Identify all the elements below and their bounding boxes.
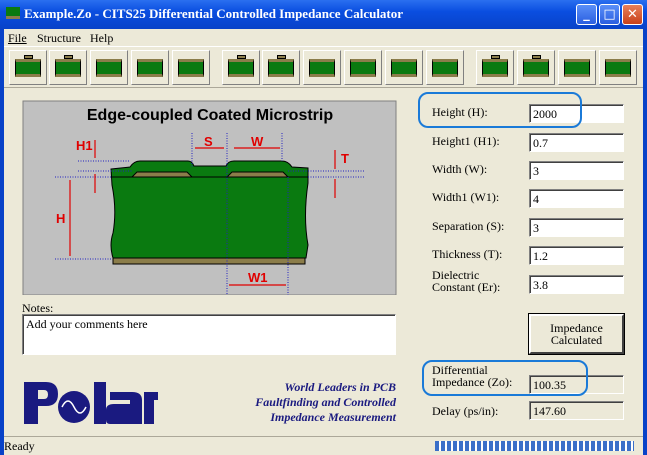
maximize-button[interactable]: □ [599, 4, 620, 25]
pcb-structure-icon [309, 59, 335, 77]
field-label: Width (W): [432, 163, 487, 175]
progress-bar [435, 441, 634, 451]
menu-structure[interactable]: Structure [37, 31, 81, 46]
field-input[interactable]: 1.2 [529, 246, 624, 265]
structure-button-7[interactable] [262, 50, 300, 85]
structure-button-5[interactable] [172, 50, 210, 85]
structure-button-6[interactable] [222, 50, 260, 85]
slogan-line3: Impedance Measurement [270, 410, 396, 424]
window-border-left [0, 29, 4, 455]
trace-icon [24, 55, 33, 59]
label-h1: H1 [76, 138, 93, 153]
pcb-structure-icon [137, 59, 163, 77]
structure-button-4[interactable] [131, 50, 169, 85]
trace-icon [491, 55, 500, 59]
pcb-structure-icon [564, 59, 590, 77]
minimize-button[interactable]: _ [576, 4, 597, 25]
window-title: Example.Zo - CITS25 Differential Control… [24, 6, 404, 21]
trace-icon [277, 55, 286, 59]
field-label: Separation (S): [432, 220, 504, 232]
structure-diagram: Edge-coupled Coated Microstrip H1 S W T … [22, 100, 397, 295]
menu-bar: File Structure Help [4, 29, 643, 46]
pcb-structure-icon [391, 59, 417, 77]
structure-button-3[interactable] [90, 50, 128, 85]
right-trace [225, 171, 290, 178]
ground-plane [112, 257, 306, 265]
highlight-height [418, 92, 582, 128]
structure-button-10[interactable] [385, 50, 423, 85]
label-h: H [56, 211, 65, 226]
field-label-text: Width1 (W1): [432, 190, 500, 204]
delay-label: Delay (ps/in): [432, 404, 499, 418]
field-label-text: Width (W): [432, 162, 488, 176]
title-bar: Example.Zo - CITS25 Differential Control… [0, 0, 647, 29]
menu-file[interactable]: File [8, 31, 27, 46]
structure-button-14[interactable] [558, 50, 596, 85]
label-s: S [204, 134, 213, 149]
field-input[interactable]: 3.8 [529, 275, 624, 294]
field-label-text: Height1 (H1): [432, 134, 500, 148]
structure-button-15[interactable] [599, 50, 637, 85]
status-text: Ready [4, 439, 35, 453]
diagram-title: Edge-coupled Coated Microstrip [87, 107, 333, 124]
highlight-impedance [422, 360, 588, 396]
pcb-structure-icon [228, 59, 254, 77]
field-input[interactable]: 4 [529, 189, 624, 208]
menu-help[interactable]: Help [90, 31, 113, 46]
pcb-structure-icon [96, 59, 122, 77]
pcb-structure-icon [178, 59, 204, 77]
label-w1: W1 [248, 270, 268, 285]
slogan: World Leaders in PCB Faultfinding and Co… [200, 380, 396, 425]
slogan-line1: World Leaders in PCB [284, 380, 396, 394]
pcb-structure-icon [432, 59, 458, 77]
pcb-structure-icon [15, 59, 41, 77]
structure-button-8[interactable] [303, 50, 341, 85]
field-label-text2: Constant (Er): [432, 280, 501, 294]
field-label-text: Separation (S): [432, 219, 505, 233]
trace-icon [237, 55, 246, 59]
field-label: Width1 (W1): [432, 191, 499, 203]
close-button[interactable]: ✕ [622, 4, 643, 25]
notes-textarea[interactable]: Add your comments here [22, 314, 396, 355]
structure-button-1[interactable] [9, 50, 47, 85]
structure-button-9[interactable] [344, 50, 382, 85]
field-input[interactable]: 0.7 [529, 133, 624, 152]
impedance-calculate-button[interactable]: Impedance Calculated [528, 313, 625, 355]
structure-button-2[interactable] [49, 50, 87, 85]
app-icon [6, 7, 20, 19]
toolbar [4, 46, 643, 88]
field-label: Dielectric Constant (Er): [432, 269, 500, 293]
label-t: T [341, 151, 349, 166]
structure-button-13[interactable] [517, 50, 555, 85]
field-input[interactable]: 3 [529, 161, 624, 180]
structure-button-11[interactable] [426, 50, 464, 85]
left-trace [130, 171, 194, 178]
pcb-structure-icon [55, 59, 81, 77]
polar-logo [24, 382, 158, 424]
delay-value: 147.60 [529, 401, 624, 420]
pcb-structure-icon [605, 59, 631, 77]
structure-button-12[interactable] [476, 50, 514, 85]
field-input[interactable]: 3 [529, 218, 624, 237]
slogan-line2: Faultfinding and Controlled [255, 395, 396, 409]
pcb-structure-icon [523, 59, 549, 77]
trace-icon [64, 55, 73, 59]
pcb-structure-icon [350, 59, 376, 77]
pcb-structure-icon [482, 59, 508, 77]
field-label-text: Thickness (T): [432, 247, 503, 261]
label-w: W [251, 134, 264, 149]
field-label: Height1 (H1): [432, 135, 500, 147]
window-border-right [643, 29, 647, 455]
field-label: Thickness (T): [432, 248, 502, 260]
calc-line2: Calculated [550, 333, 603, 347]
trace-icon [532, 55, 541, 59]
pcb-structure-icon [268, 59, 294, 77]
